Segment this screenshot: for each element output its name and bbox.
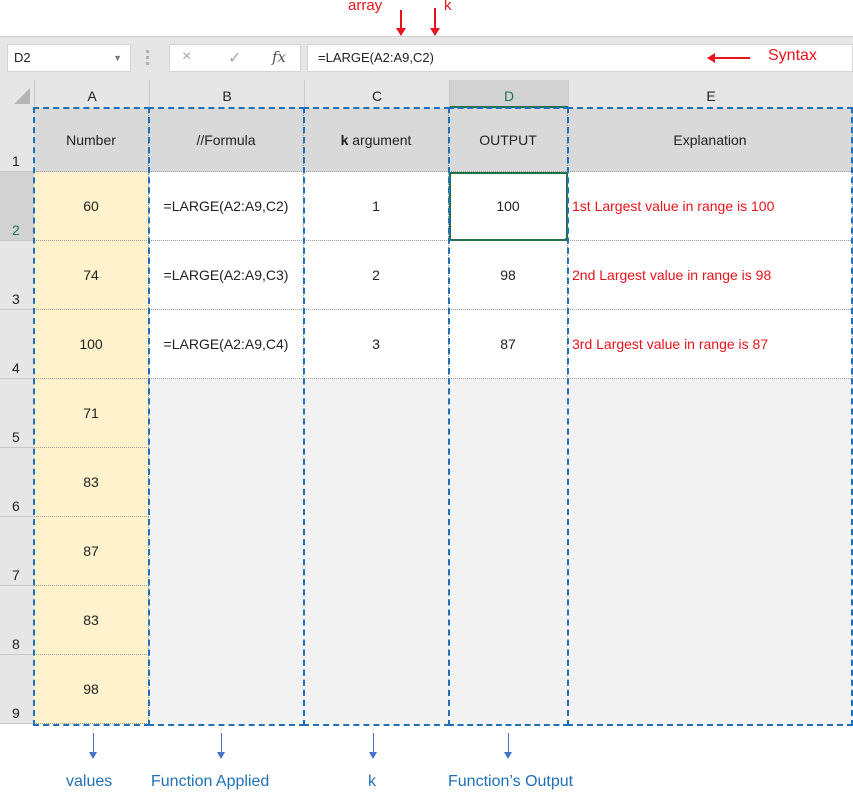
k-bottom-annotation: k <box>368 773 376 790</box>
header-formula: //Formula <box>196 131 256 148</box>
cell-d2[interactable]: 100 <box>449 172 568 241</box>
cell-a6[interactable]: 83 <box>34 448 149 517</box>
cell-d1[interactable]: OUTPUT <box>449 108 568 172</box>
k-bottom-arrow-icon <box>369 733 377 759</box>
values-annotation: values <box>66 773 113 790</box>
cell-a9[interactable]: 98 <box>34 655 149 724</box>
formula-buttons: × ✓ fx <box>169 44 301 72</box>
row-header-7[interactable]: 7 <box>0 517 34 586</box>
cell-c1[interactable]: k argument <box>304 108 449 172</box>
cell-a5[interactable]: 71 <box>34 379 149 448</box>
cell-d3[interactable]: 98 <box>449 241 568 310</box>
cell-c4[interactable]: 3 <box>304 310 449 379</box>
column-header-c[interactable]: C <box>304 80 449 108</box>
empty-cells-area[interactable] <box>149 379 853 724</box>
enter-icon[interactable]: ✓ <box>228 48 241 68</box>
syntax-annotation: Syntax <box>768 47 817 64</box>
cell-a1[interactable]: Number <box>34 108 149 172</box>
header-output: OUTPUT <box>479 131 537 148</box>
name-box-dropdown-icon[interactable]: ▼ <box>113 45 122 71</box>
formula-text: =LARGE(A2:A9,C2) <box>318 50 434 65</box>
row-header-2[interactable]: 2 <box>0 172 34 241</box>
syntax-arrow-icon <box>707 53 750 63</box>
function-arrow-icon <box>217 733 225 759</box>
select-all-button[interactable] <box>0 80 34 108</box>
cell-e2[interactable]: 1st Largest value in range is 100 <box>568 172 853 241</box>
k-annotation: k <box>444 0 452 14</box>
row-header-3[interactable]: 3 <box>0 241 34 310</box>
cell-a2[interactable]: 60 <box>34 172 149 241</box>
cell-c2[interactable]: 1 <box>304 172 449 241</box>
row-header-1[interactable]: 1 <box>0 108 34 172</box>
cell-e4[interactable]: 3rd Largest value in range is 87 <box>568 310 853 379</box>
row-header-8[interactable]: 8 <box>0 586 34 655</box>
column-header-a[interactable]: A <box>34 80 149 108</box>
row-header-5[interactable]: 5 <box>0 379 34 448</box>
function-applied-annotation: Function Applied <box>151 773 270 790</box>
header-number: Number <box>66 131 116 148</box>
column-header-b[interactable]: B <box>149 80 304 108</box>
cell-a3[interactable]: 74 <box>34 241 149 310</box>
column-header-e[interactable]: E <box>568 80 853 108</box>
cell-a7[interactable]: 87 <box>34 517 149 586</box>
column-header-d[interactable]: D <box>449 80 568 108</box>
row-header-6[interactable]: 6 <box>0 448 34 517</box>
row-header-4[interactable]: 4 <box>0 310 34 379</box>
name-box-value: D2 <box>14 50 31 65</box>
insert-function-icon[interactable]: fx <box>272 48 286 66</box>
output-arrow-icon <box>504 733 512 759</box>
cell-a4[interactable]: 100 <box>34 310 149 379</box>
name-box[interactable]: D2 ▼ <box>7 44 131 72</box>
row-header-9[interactable]: 9 <box>0 655 34 724</box>
cell-b2[interactable]: =LARGE(A2:A9,C2) <box>149 172 304 241</box>
header-explanation: Explanation <box>673 131 747 148</box>
array-arrow-icon <box>396 10 406 36</box>
cell-e1[interactable]: Explanation <box>568 108 853 172</box>
cancel-icon[interactable]: × <box>182 48 191 66</box>
cell-a8[interactable]: 83 <box>34 586 149 655</box>
cell-d4[interactable]: 87 <box>449 310 568 379</box>
header-k-argument: k argument <box>340 131 412 148</box>
cell-c3[interactable]: 2 <box>304 241 449 310</box>
grip-handle-icon[interactable] <box>146 50 149 66</box>
cell-e3[interactable]: 2nd Largest value in range is 98 <box>568 241 853 310</box>
cell-b3[interactable]: =LARGE(A2:A9,C3) <box>149 241 304 310</box>
values-arrow-icon <box>89 733 97 759</box>
array-annotation: array <box>348 0 383 14</box>
k-arrow-icon <box>430 8 440 36</box>
function-output-annotation: Function’s Output <box>448 773 574 790</box>
cell-b1[interactable]: //Formula <box>149 108 304 172</box>
cell-b4[interactable]: =LARGE(A2:A9,C4) <box>149 310 304 379</box>
